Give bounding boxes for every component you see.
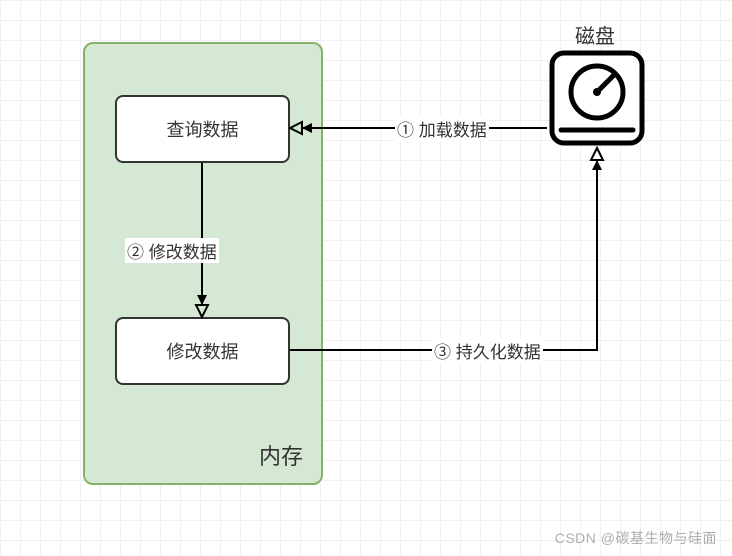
watermark: CSDN @碳基生物与硅面 [555,528,717,548]
arrow-persist-label: ③ 持久化数据 [432,338,543,363]
query-data-box: 查询数据 [115,95,290,163]
disk-label: 磁盘 [575,20,615,49]
query-data-text: 查询数据 [167,116,239,142]
disk-icon [547,48,647,148]
arrow-persist-data [290,148,610,358]
arrow-modify-label: ② 修改数据 [125,238,219,263]
modify-data-box: 修改数据 [115,317,290,385]
modify-data-text: 修改数据 [167,338,239,364]
arrow-load-label: ① 加载数据 [395,116,489,141]
memory-label: 内存 [259,439,303,471]
